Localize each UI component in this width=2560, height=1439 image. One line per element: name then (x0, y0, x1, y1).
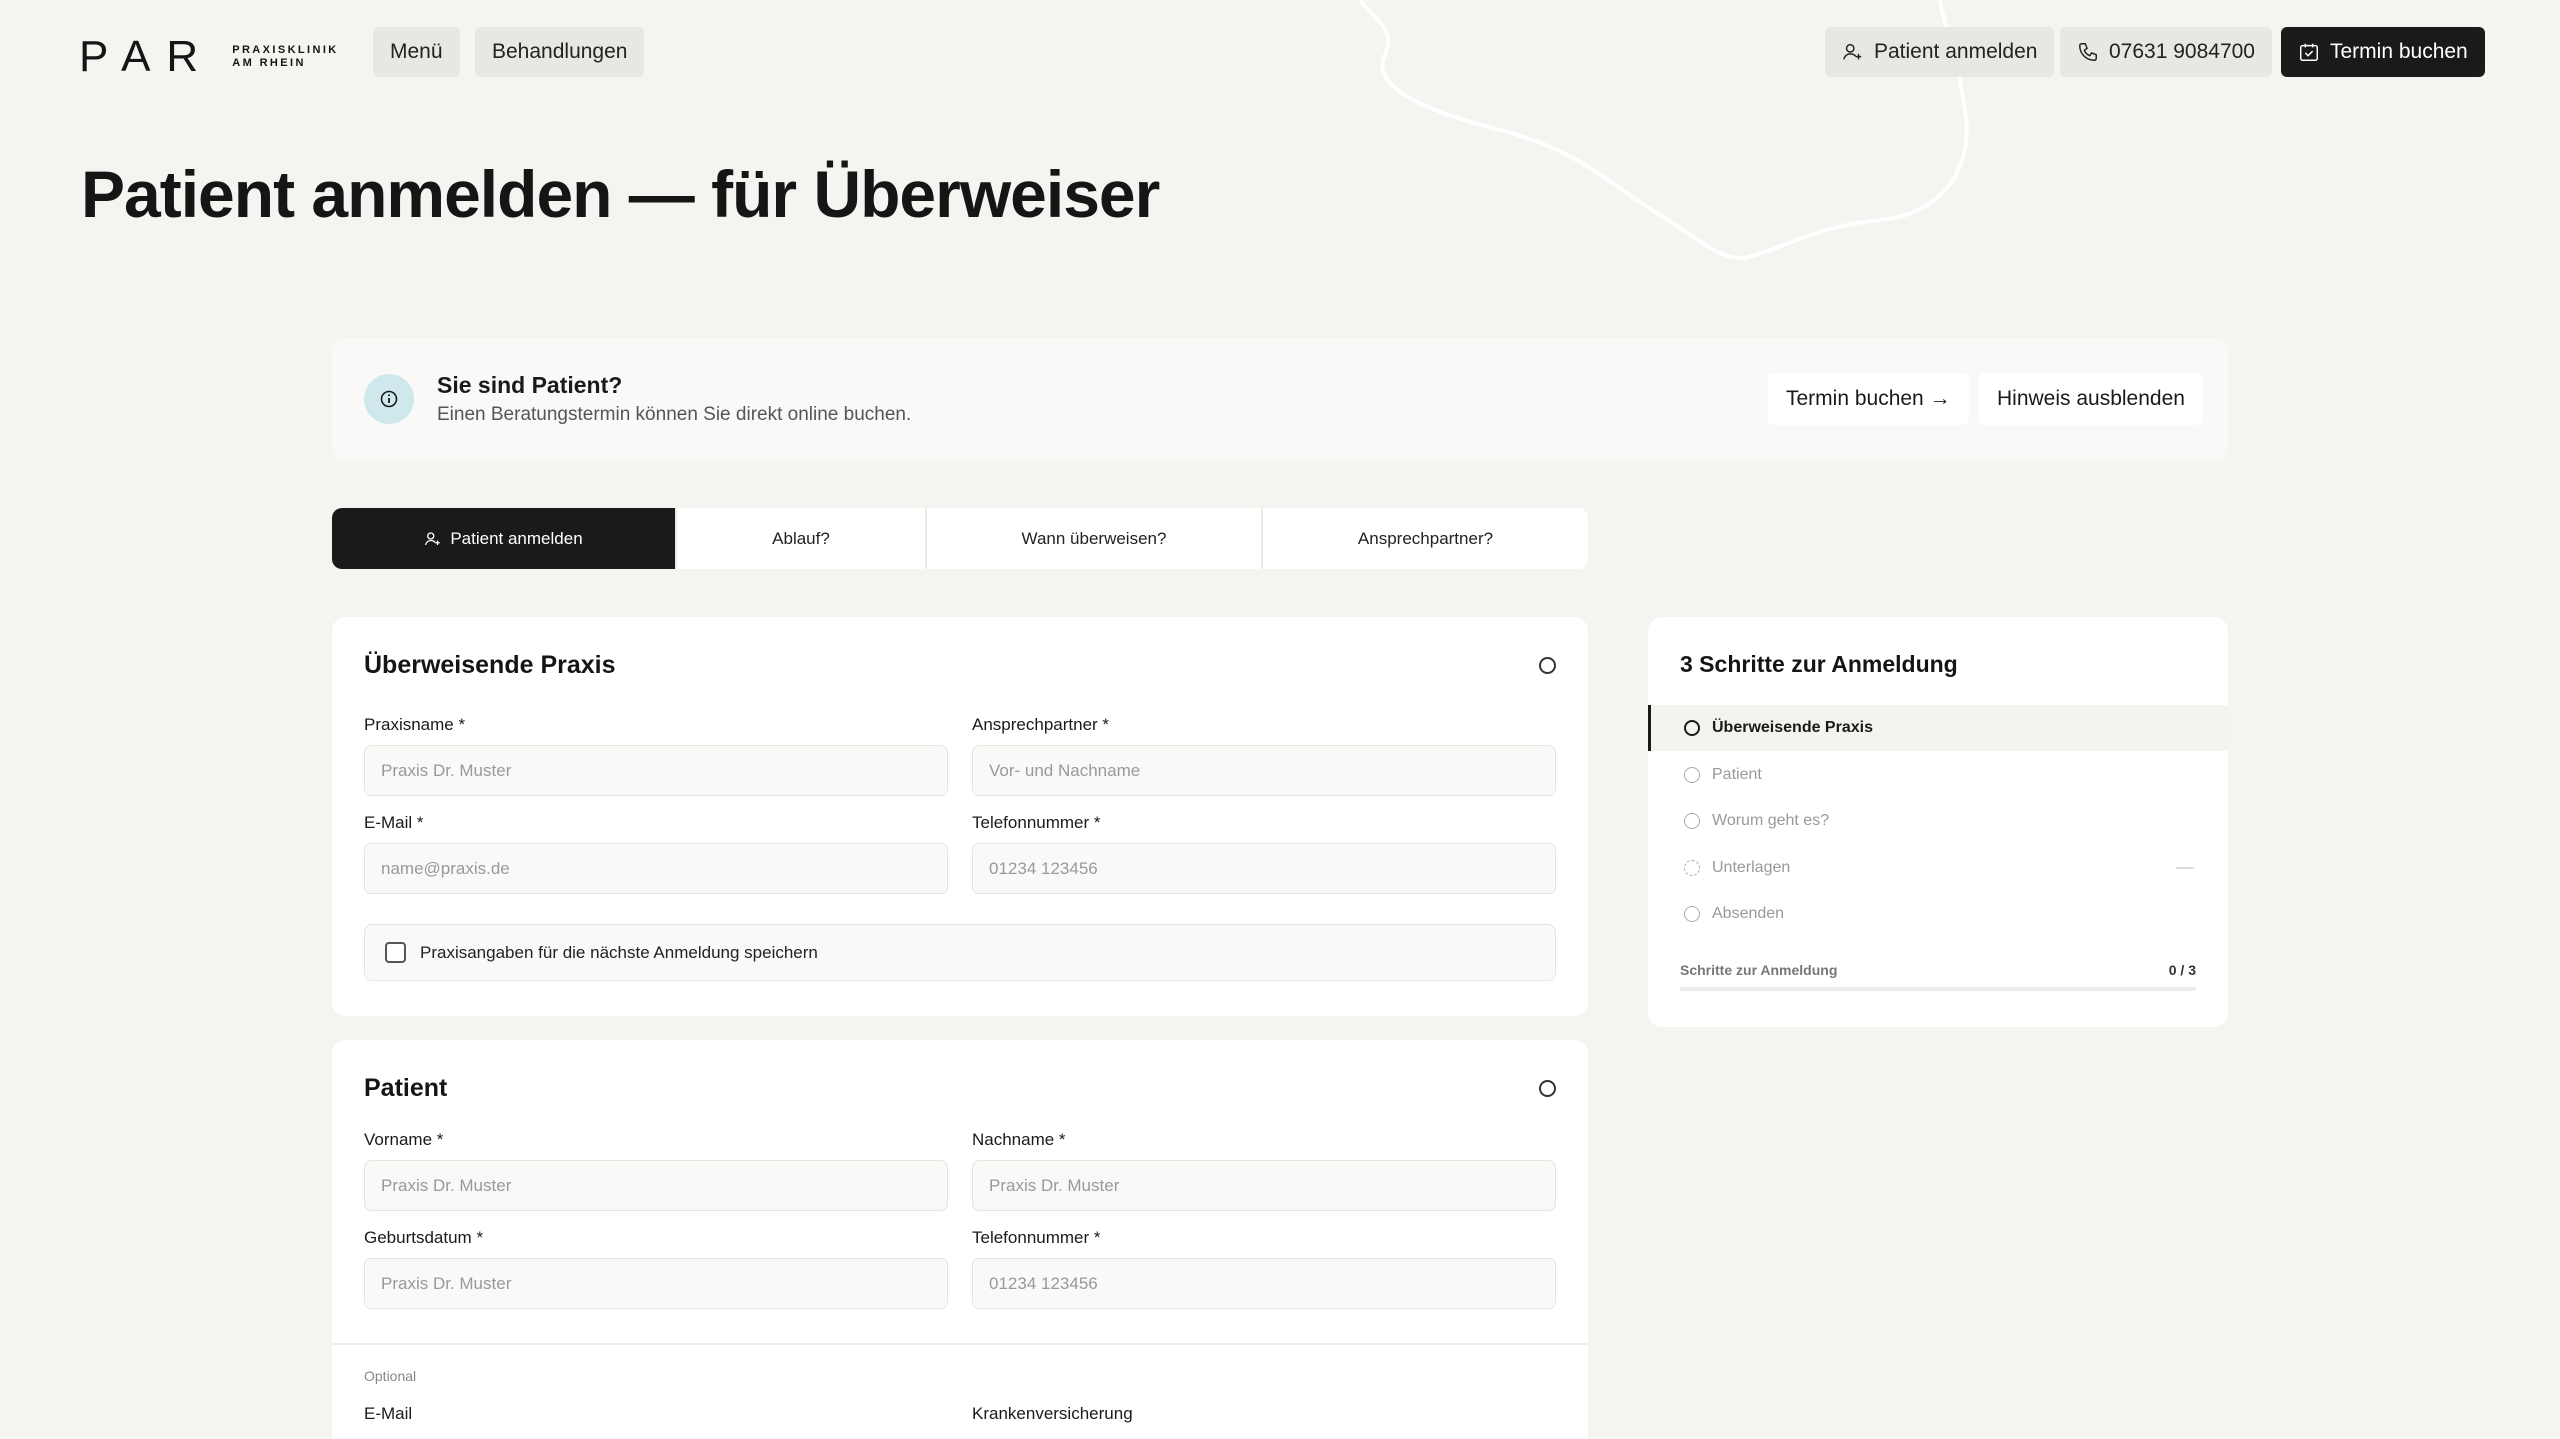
logo-mark: PAR (79, 32, 215, 81)
patient-info-banner: Sie sind Patient? Einen Beratungstermin … (332, 338, 2228, 461)
optional-dash-icon (2176, 867, 2194, 869)
register-patient-label: Patient anmelden (1874, 40, 2038, 63)
practice-phone-input[interactable]: 01234 123456 (972, 843, 1556, 894)
step-topic[interactable]: Worum geht es? (1648, 798, 2228, 844)
step-label: Patient (1712, 766, 1762, 783)
tab-contact-person-label: Ansprechpartner? (1357, 528, 1494, 548)
practice-name-label: Praxisname * (364, 715, 466, 734)
section-status-icon (1539, 1080, 1556, 1097)
step-referring-practice[interactable]: Überweisende Praxis (1648, 705, 2228, 751)
patient-card-title: Patient (364, 1074, 448, 1102)
phone-icon (2079, 43, 2097, 61)
step-status-icon (1684, 906, 1700, 922)
step-patient[interactable]: Patient (1648, 752, 2228, 798)
birth-date-label: Geburtsdatum * (364, 1228, 484, 1247)
save-practice-label: Praxisangaben für die nächste Anmeldung … (420, 942, 818, 962)
info-icon (364, 374, 414, 424)
step-label: Absenden (1712, 905, 1785, 922)
user-plus-icon (425, 531, 441, 545)
banner-subtitle: Einen Beratungstermin können Sie direkt … (437, 404, 912, 425)
contact-person-input[interactable]: Vor- und Nachname (972, 745, 1556, 796)
calendar-check-icon (2300, 43, 2318, 61)
referring-practice-card: Überweisende Praxis Praxisname * Praxis … (332, 617, 1588, 1016)
practice-email-input[interactable]: name@praxis.de (364, 843, 948, 894)
progress-bar (1680, 987, 2196, 991)
treatments-button-label: Behandlungen (492, 40, 628, 63)
phone-button[interactable]: 07631 9084700 (2060, 27, 2272, 77)
menu-button[interactable]: Menü (373, 27, 460, 77)
tab-when-to-refer-label: Wann überweisen? (1021, 528, 1167, 548)
step-status-icon (1684, 720, 1700, 736)
first-name-label: Vorname * (364, 1130, 444, 1149)
practice-name-input[interactable]: Praxis Dr. Muster (364, 745, 948, 796)
section-divider (332, 1343, 1588, 1345)
first-name-input[interactable]: Praxis Dr. Muster (364, 1160, 948, 1211)
last-name-input[interactable]: Praxis Dr. Muster (972, 1160, 1556, 1211)
practice-card-title: Überweisende Praxis (364, 651, 616, 679)
patient-phone-input[interactable]: 01234 123456 (972, 1258, 1556, 1309)
step-label: Überweisende Praxis (1712, 719, 1873, 736)
logo-subtitle: PRAXISKLINIK AM RHEIN (232, 44, 338, 70)
page-title: Patient anmelden — für Überweiser (81, 157, 1160, 231)
step-label: Unterlagen (1712, 859, 1791, 876)
tab-when-to-refer[interactable]: Wann überweisen? (927, 508, 1263, 569)
tab-process[interactable]: Ablauf? (677, 508, 927, 569)
progress-count: 0 / 3 (2168, 962, 2196, 978)
banner-book-button[interactable]: Termin buchen → (1768, 373, 1969, 425)
insurance-label: Krankenversicherung (972, 1404, 1133, 1423)
step-submit[interactable]: Absenden (1648, 891, 2228, 937)
step-documents[interactable]: Unterlagen (1648, 845, 2228, 891)
steps-card-title: 3 Schritte zur Anmeldung (1680, 651, 1958, 677)
tab-register-patient-label: Patient anmelden (450, 528, 583, 548)
practice-phone-label: Telefonnummer * (972, 813, 1101, 832)
book-appointment-label: Termin buchen (2330, 40, 2468, 63)
logo-sub-line1: PRAXISKLINIK (232, 44, 339, 56)
tab-contact-person[interactable]: Ansprechpartner? (1263, 508, 1588, 569)
step-status-icon (1684, 767, 1700, 783)
save-practice-checkbox[interactable] (385, 942, 406, 963)
progress-label: Schritte zur Anmeldung (1680, 962, 1838, 978)
logo[interactable]: PAR PRAXISKLINIK AM RHEIN (79, 32, 339, 82)
hide-notice-button[interactable]: Hinweis ausblenden (1979, 373, 2203, 425)
menu-button-label: Menü (390, 40, 443, 63)
step-status-icon (1684, 860, 1700, 876)
user-plus-icon (1843, 43, 1862, 60)
step-status-icon (1684, 813, 1700, 829)
section-tabs: Patient anmelden Ablauf? Wann überweisen… (332, 508, 1588, 569)
tab-process-label: Ablauf? (772, 528, 830, 548)
phone-label: 07631 9084700 (2109, 40, 2255, 63)
save-practice-option[interactable]: Praxisangaben für die nächste Anmeldung … (364, 924, 1556, 981)
steps-card: 3 Schritte zur Anmeldung Überweisende Pr… (1648, 617, 2228, 1027)
tab-register-patient[interactable]: Patient anmelden (332, 508, 677, 569)
practice-email-label: E-Mail * (364, 813, 424, 832)
patient-phone-label: Telefonnummer * (972, 1228, 1101, 1247)
register-patient-button[interactable]: Patient anmelden (1825, 27, 2055, 77)
step-label: Worum geht es? (1712, 812, 1830, 829)
book-appointment-button[interactable]: Termin buchen (2281, 27, 2485, 77)
contact-person-label: Ansprechpartner * (972, 715, 1110, 734)
banner-title: Sie sind Patient? (437, 372, 623, 398)
optional-label: Optional (364, 1368, 417, 1384)
patient-email-label: E-Mail (364, 1404, 413, 1423)
treatments-button[interactable]: Behandlungen (475, 27, 645, 77)
birth-date-input[interactable]: Praxis Dr. Muster (364, 1258, 948, 1309)
section-status-icon (1539, 657, 1556, 674)
logo-sub-line2: AM RHEIN (232, 57, 306, 69)
patient-card: Patient Vorname * Praxis Dr. Muster Nach… (332, 1040, 1588, 1439)
last-name-label: Nachname * (972, 1130, 1066, 1149)
